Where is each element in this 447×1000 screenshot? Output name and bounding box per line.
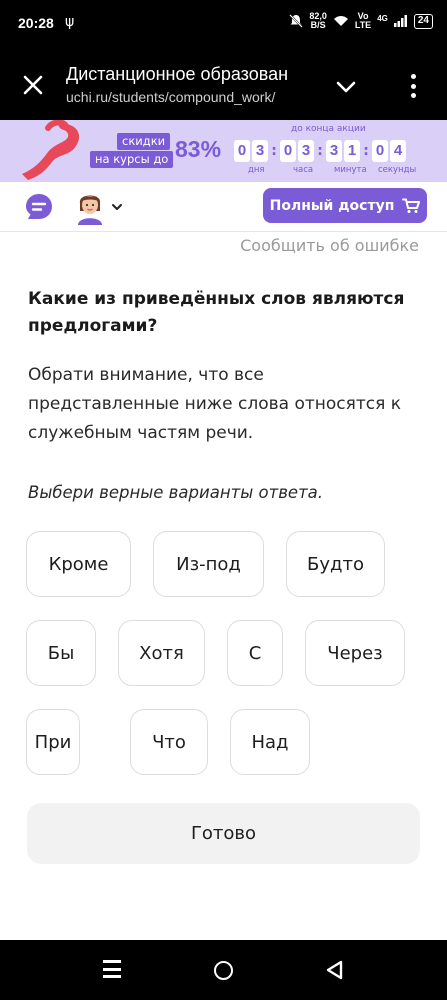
circle-icon[interactable]	[214, 961, 233, 980]
options-row: Бы Хотя С Через	[26, 620, 426, 686]
app-header: Полный доступ	[0, 182, 447, 232]
triangle-back-icon[interactable]	[326, 960, 344, 980]
countdown-digit: 0	[372, 140, 388, 162]
countdown-digit: 0	[234, 140, 250, 162]
close-button[interactable]	[18, 70, 48, 100]
countdown-separator: :	[363, 143, 369, 159]
answer-option[interactable]: С	[227, 620, 283, 686]
countdown-digit: 0	[280, 140, 296, 162]
answer-option[interactable]: Бы	[26, 620, 96, 686]
more-options-button[interactable]	[403, 72, 423, 100]
avatar	[78, 195, 102, 225]
countdown-days-label: дня	[248, 165, 265, 175]
expand-button[interactable]	[333, 74, 359, 100]
page-title: Дистанционное образован	[66, 64, 289, 84]
countdown-timer: 0 3 : 0 3 : 3 1 : 0 4	[234, 140, 408, 162]
cart-icon	[402, 198, 421, 213]
answer-option[interactable]: Кроме	[26, 531, 131, 597]
report-error-link[interactable]: Сообщить об ошибке	[240, 236, 419, 255]
done-button[interactable]: Готово	[27, 803, 420, 864]
status-time: 20:28	[18, 15, 54, 31]
answer-option[interactable]: При	[26, 709, 80, 775]
menu-icon[interactable]	[103, 960, 121, 978]
decorative-hook-graphic	[22, 120, 80, 180]
close-icon	[23, 75, 43, 95]
menu-dot	[410, 93, 416, 98]
full-access-label: Полный доступ	[269, 197, 395, 214]
profile-menu[interactable]	[74, 188, 124, 226]
answer-option[interactable]: Будто	[286, 531, 385, 597]
promo-label-discount: скидки	[117, 133, 171, 150]
instruction-text: Выбери верные варианты ответа.	[28, 483, 324, 502]
menu-dot	[410, 74, 416, 79]
countdown-hours-label: часа	[293, 165, 314, 175]
promo-label-courses: на курсы до	[90, 151, 174, 168]
promo-percent: 83%	[175, 136, 222, 162]
status-bar: 20:28 ψ 82,0 B/S Vo LTE 4G 24	[0, 0, 447, 48]
countdown-digit: 3	[326, 140, 342, 162]
volte-indicator: Vo LTE	[355, 12, 371, 30]
answer-option[interactable]: Над	[230, 709, 310, 775]
status-indicators: 82,0 B/S Vo LTE 4G 24	[289, 12, 433, 30]
countdown-seconds-label: секунды	[378, 165, 417, 175]
volte-line2: LTE	[354, 20, 372, 30]
battery-indicator: 24	[413, 13, 433, 29]
answer-option[interactable]: Из-под	[153, 531, 264, 597]
options-row: Кроме Из-под Будто	[26, 531, 426, 597]
mute-bell-icon	[289, 14, 304, 28]
answer-option[interactable]: Хотя	[118, 620, 205, 686]
network-speed: 82,0 B/S	[309, 12, 327, 30]
signal-icon	[393, 15, 407, 27]
question-text: Какие из приведённых слов являются предл…	[28, 289, 405, 336]
menu-line	[103, 975, 121, 978]
system-nav-bar	[0, 940, 447, 1000]
countdown-digit: 1	[344, 140, 360, 162]
answer-option[interactable]: Что	[130, 709, 208, 775]
usb-icon: ψ	[65, 14, 75, 30]
chevron-down-icon	[112, 204, 122, 210]
countdown-minutes-label: минута	[334, 165, 367, 175]
chat-button[interactable]	[24, 192, 54, 222]
full-access-button[interactable]: Полный доступ	[263, 188, 427, 223]
hint-text: Обрати внимание, что все представленные …	[28, 365, 401, 443]
network-type: 4G	[377, 13, 388, 23]
countdown-digit: 3	[252, 140, 268, 162]
countdown-digit: 3	[298, 140, 314, 162]
menu-line	[103, 967, 121, 971]
wifi-icon	[333, 16, 348, 26]
page-url: uchi.ru/students/compound_work/	[66, 89, 276, 105]
countdown-separator: :	[317, 143, 323, 159]
promo-banner[interactable]: скидки на курсы до 83% до конца акции 0 …	[0, 120, 447, 182]
options-row: При Что Над	[26, 709, 426, 775]
countdown-separator: :	[271, 143, 277, 159]
answer-options: Кроме Из-под Будто Бы Хотя С Через При Ч…	[26, 531, 426, 798]
chat-bubble-icon	[26, 194, 52, 219]
menu-line	[103, 960, 121, 963]
menu-dot	[410, 83, 416, 89]
speed-unit: B/S	[310, 20, 326, 30]
browser-header: Дистанционное образован uchi.ru/students…	[0, 48, 447, 120]
countdown-digit: 4	[390, 140, 406, 162]
answer-option[interactable]: Через	[305, 620, 405, 686]
chevron-down-icon	[336, 81, 356, 93]
promo-until-label: до конца акции	[291, 124, 366, 134]
